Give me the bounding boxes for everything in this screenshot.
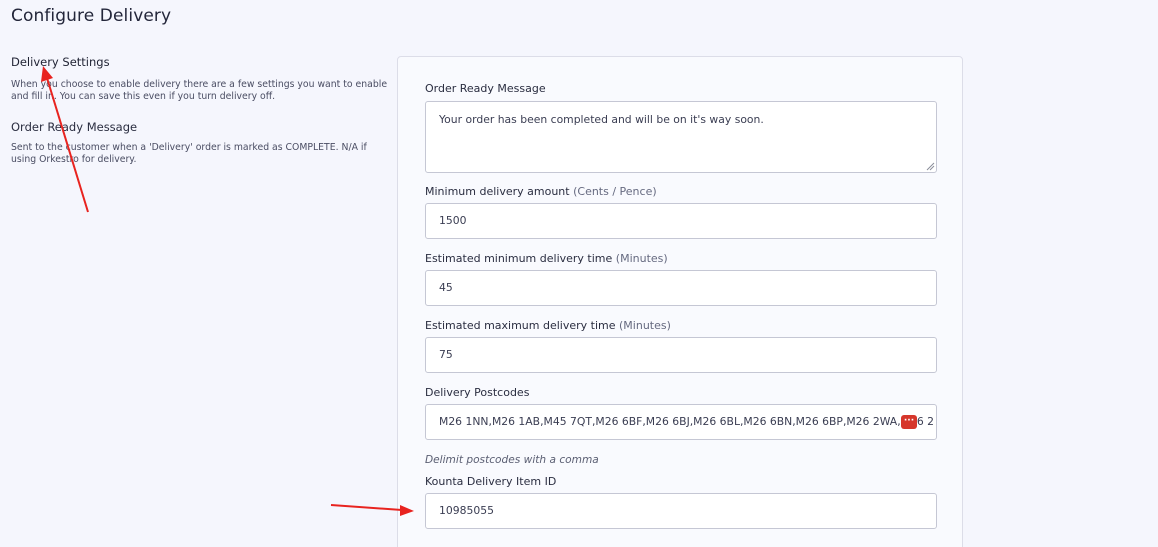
kounta-delivery-item-input[interactable]: 10985055 xyxy=(425,493,937,529)
max-delivery-time-label-text: Estimated maximum delivery time xyxy=(425,319,616,332)
order-ready-description: Sent to the customer when a 'Delivery' o… xyxy=(11,141,367,165)
resize-grip-icon[interactable] xyxy=(926,162,935,171)
min-delivery-amount-label-text: Minimum delivery amount xyxy=(425,185,570,198)
delivery-postcodes-help: Delimit postcodes with a comma xyxy=(425,454,599,466)
min-delivery-amount-label: Minimum delivery amount (Cents / Pence) xyxy=(425,185,657,198)
delivery-settings-form: Order Ready Message Your order has been … xyxy=(397,56,963,547)
min-delivery-time-label: Estimated minimum delivery time (Minutes… xyxy=(425,252,668,265)
delivery-settings-heading: Delivery Settings xyxy=(11,55,110,69)
max-delivery-time-label: Estimated maximum delivery time (Minutes… xyxy=(425,319,671,332)
configure-delivery-page: Configure Delivery Delivery Settings Whe… xyxy=(0,0,1158,547)
page-title: Configure Delivery xyxy=(11,6,172,26)
max-delivery-time-input[interactable]: 75 xyxy=(425,337,937,373)
min-delivery-time-input[interactable]: 45 xyxy=(425,270,937,306)
settings-description-column: Delivery Settings When you choose to ena… xyxy=(11,55,391,166)
order-ready-heading: Order Ready Message xyxy=(11,119,138,134)
overflow-more-icon[interactable]: ··· xyxy=(901,415,917,429)
order-ready-message-value: Your order has been completed and will b… xyxy=(439,113,764,126)
order-ready-message-label: Order Ready Message xyxy=(425,82,546,95)
delivery-postcodes-value: M26 1NN,M26 1AB,M45 7QT,M26 6BF,M26 6BJ,… xyxy=(439,415,934,428)
max-delivery-time-hint: (Minutes) xyxy=(619,319,671,332)
delivery-postcodes-input[interactable]: M26 1NN,M26 1AB,M45 7QT,M26 6BF,M26 6BJ,… xyxy=(425,404,937,440)
kounta-delivery-item-label: Kounta Delivery Item ID xyxy=(425,475,557,488)
delivery-settings-description: When you choose to enable delivery there… xyxy=(11,79,388,103)
order-ready-message-textarea[interactable]: Your order has been completed and will b… xyxy=(425,101,937,173)
delivery-postcodes-label: Delivery Postcodes xyxy=(425,386,530,399)
min-delivery-amount-hint: (Cents / Pence) xyxy=(573,185,657,198)
min-delivery-time-label-text: Estimated minimum delivery time xyxy=(425,252,613,265)
min-delivery-amount-input[interactable]: 1500 xyxy=(425,203,937,239)
min-delivery-time-hint: (Minutes) xyxy=(615,252,668,265)
